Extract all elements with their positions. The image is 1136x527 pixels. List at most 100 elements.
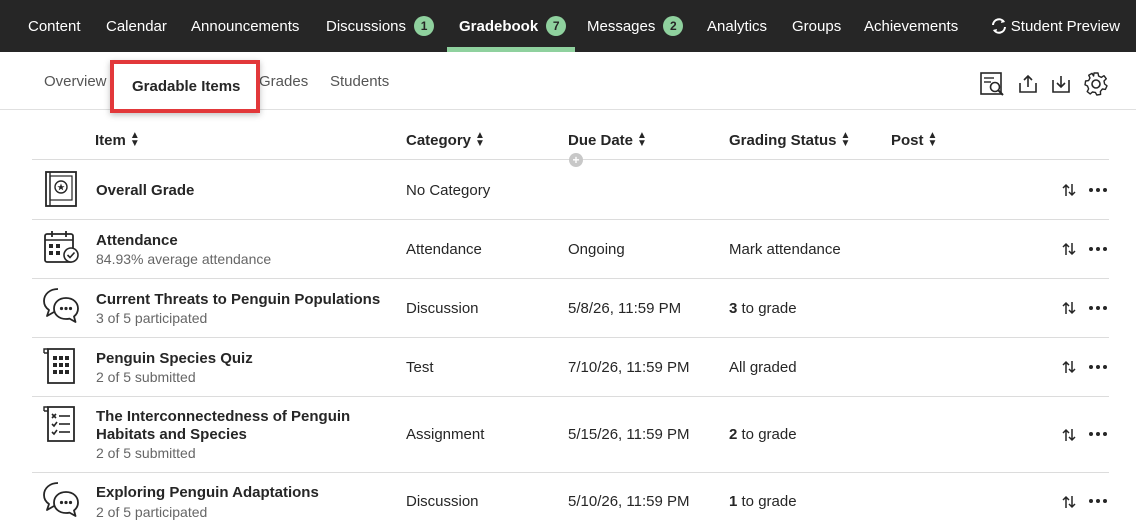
due-date-cell: 7/10/26, 11:59 PM — [568, 359, 690, 376]
nav-calendar[interactable]: Calendar — [106, 0, 167, 52]
nav-label: Gradebook — [459, 17, 539, 35]
more-options-icon[interactable] — [1089, 188, 1107, 194]
header-item[interactable]: Item ▲ ▼ — [95, 120, 140, 160]
sort-icon: ▲ ▼ — [840, 130, 851, 149]
attendance-calendar-icon — [44, 231, 79, 263]
grading-status-cell[interactable]: Mark attendance — [729, 241, 841, 258]
item-subtitle: 2 of 5 submitted — [96, 369, 196, 385]
item-title[interactable]: The Interconnectedness of Penguin Habitat… — [96, 408, 350, 444]
item-subtitle: 3 of 5 participated — [96, 310, 208, 326]
nav-content[interactable]: Content — [28, 0, 81, 52]
assignment-icon — [43, 406, 75, 442]
to-grade-label: to grade — [737, 426, 797, 443]
item-subtitle: 84.93% average attendance — [96, 251, 272, 267]
sort-icon: ▲ ▼ — [475, 130, 485, 149]
tab-label: Gradable Items — [132, 78, 241, 95]
item-title[interactable]: Exploring Penguin Adaptations — [96, 484, 319, 502]
nav-groups[interactable]: Groups — [792, 0, 841, 52]
reorder-icon[interactable] — [1061, 494, 1077, 510]
grading-status-cell[interactable]: 1 to grade — [729, 493, 797, 510]
due-date-cell: Ongoing — [568, 241, 625, 258]
item-title-line: Habitats and Species — [96, 426, 247, 443]
category-cell: Discussion — [406, 493, 479, 510]
nav-label: Discussions — [326, 17, 407, 35]
reorder-icon[interactable] — [1061, 427, 1077, 443]
top-navigation: Content Calendar Announcements Discussio… — [0, 0, 1136, 52]
count-badge: 7 — [546, 16, 567, 36]
item-title[interactable]: Attendance — [96, 232, 178, 250]
reorder-icon[interactable] — [1061, 359, 1077, 375]
due-date-cell: 5/15/26, 11:59 PM — [568, 426, 690, 443]
refresh-icon — [991, 18, 1006, 34]
table-row[interactable]: Exploring Penguin Adaptations 2 of 5 par… — [32, 473, 1109, 527]
grading-status-cell[interactable]: 2 to grade — [729, 426, 797, 443]
table-row[interactable]: The Interconnectedness of Penguin Habitat… — [32, 397, 1109, 473]
header-label: Post — [891, 131, 924, 149]
reorder-icon[interactable] — [1061, 241, 1077, 257]
category-cell: Test — [406, 359, 434, 376]
student-preview-label: Student Preview — [1010, 17, 1120, 35]
more-options-icon[interactable] — [1089, 499, 1107, 505]
tab-gradable-items[interactable]: Gradable Items — [110, 60, 260, 113]
tab-grades[interactable]: Grades — [259, 52, 308, 110]
grading-status-cell[interactable]: 3 to grade — [729, 300, 797, 317]
more-options-icon[interactable] — [1089, 306, 1107, 312]
table-row[interactable]: Overall Grade No Category — [32, 161, 1109, 220]
header-category[interactable]: Category ▲ ▼ — [406, 120, 485, 160]
item-subtitle: 2 of 5 participated — [96, 504, 208, 520]
count-badge: 1 — [414, 16, 435, 36]
nav-analytics[interactable]: Analytics — [707, 0, 767, 52]
nav-label: Calendar — [106, 17, 167, 35]
tab-label: Grades — [259, 72, 309, 90]
grading-status-cell[interactable]: All graded — [729, 359, 797, 376]
test-icon — [43, 348, 75, 384]
nav-messages[interactable]: Messages 2 — [587, 0, 684, 52]
nav-label: Groups — [792, 17, 842, 35]
to-grade-label: to grade — [737, 300, 797, 317]
more-options-icon[interactable] — [1089, 365, 1107, 371]
reorder-icon[interactable] — [1061, 182, 1077, 198]
nav-label: Content — [28, 17, 81, 35]
header-label: Item — [95, 131, 126, 149]
category-cell: Assignment — [406, 426, 485, 443]
more-options-icon[interactable] — [1089, 247, 1107, 253]
count-badge: 2 — [663, 16, 684, 36]
tab-students[interactable]: Students — [330, 52, 389, 110]
settings-gear-icon[interactable] — [1083, 71, 1109, 97]
sort-icon: ▲ ▼ — [927, 130, 938, 149]
table-row[interactable]: Attendance 84.93% average attendance Att… — [32, 220, 1109, 279]
tab-label: Students — [330, 72, 390, 90]
due-date-cell: 5/10/26, 11:59 PM — [568, 493, 690, 510]
header-grading-status[interactable]: Grading Status ▲ ▼ — [729, 120, 850, 160]
tab-overview[interactable]: Overview — [44, 52, 107, 110]
student-preview-button[interactable]: Student Preview — [990, 0, 1120, 52]
nav-gradebook[interactable]: Gradebook 7 — [459, 0, 567, 52]
nav-discussions[interactable]: Discussions 1 — [326, 0, 435, 52]
nav-label: Announcements — [191, 17, 300, 35]
upload-icon[interactable] — [1015, 71, 1041, 97]
gradebook-book-icon — [45, 171, 77, 207]
item-title[interactable]: Overall Grade — [96, 182, 194, 200]
category-cell: No Category — [406, 182, 491, 199]
due-date-cell: 5/8/26, 11:59 PM — [568, 300, 682, 317]
item-subtitle: 2 of 5 submitted — [96, 445, 196, 461]
category-cell: Attendance — [406, 241, 482, 258]
sort-icon: ▲ ▼ — [637, 130, 647, 149]
reorder-icon[interactable] — [1061, 300, 1077, 316]
more-options-icon[interactable] — [1089, 432, 1107, 438]
item-title[interactable]: Penguin Species Quiz — [96, 350, 253, 368]
header-post[interactable]: Post ▲ ▼ — [891, 120, 937, 160]
item-title[interactable]: Current Threats to Penguin Populations — [96, 291, 380, 309]
nav-achievements[interactable]: Achievements — [864, 0, 958, 52]
header-label: Due Date — [568, 131, 634, 149]
table-row[interactable]: Penguin Species Quiz 2 of 5 submitted Te… — [32, 338, 1109, 397]
nav-label: Analytics — [707, 17, 768, 35]
nav-announcements[interactable]: Announcements — [191, 0, 299, 52]
download-icon[interactable] — [1048, 71, 1074, 97]
to-grade-label: to grade — [737, 493, 797, 510]
discussion-icon — [43, 288, 79, 323]
nav-label: Messages — [587, 17, 656, 35]
table-row[interactable]: Current Threats to Penguin Populations 3… — [32, 279, 1109, 338]
sort-icon: ▲ ▼ — [129, 130, 140, 149]
grading-search-icon[interactable] — [979, 71, 1005, 97]
